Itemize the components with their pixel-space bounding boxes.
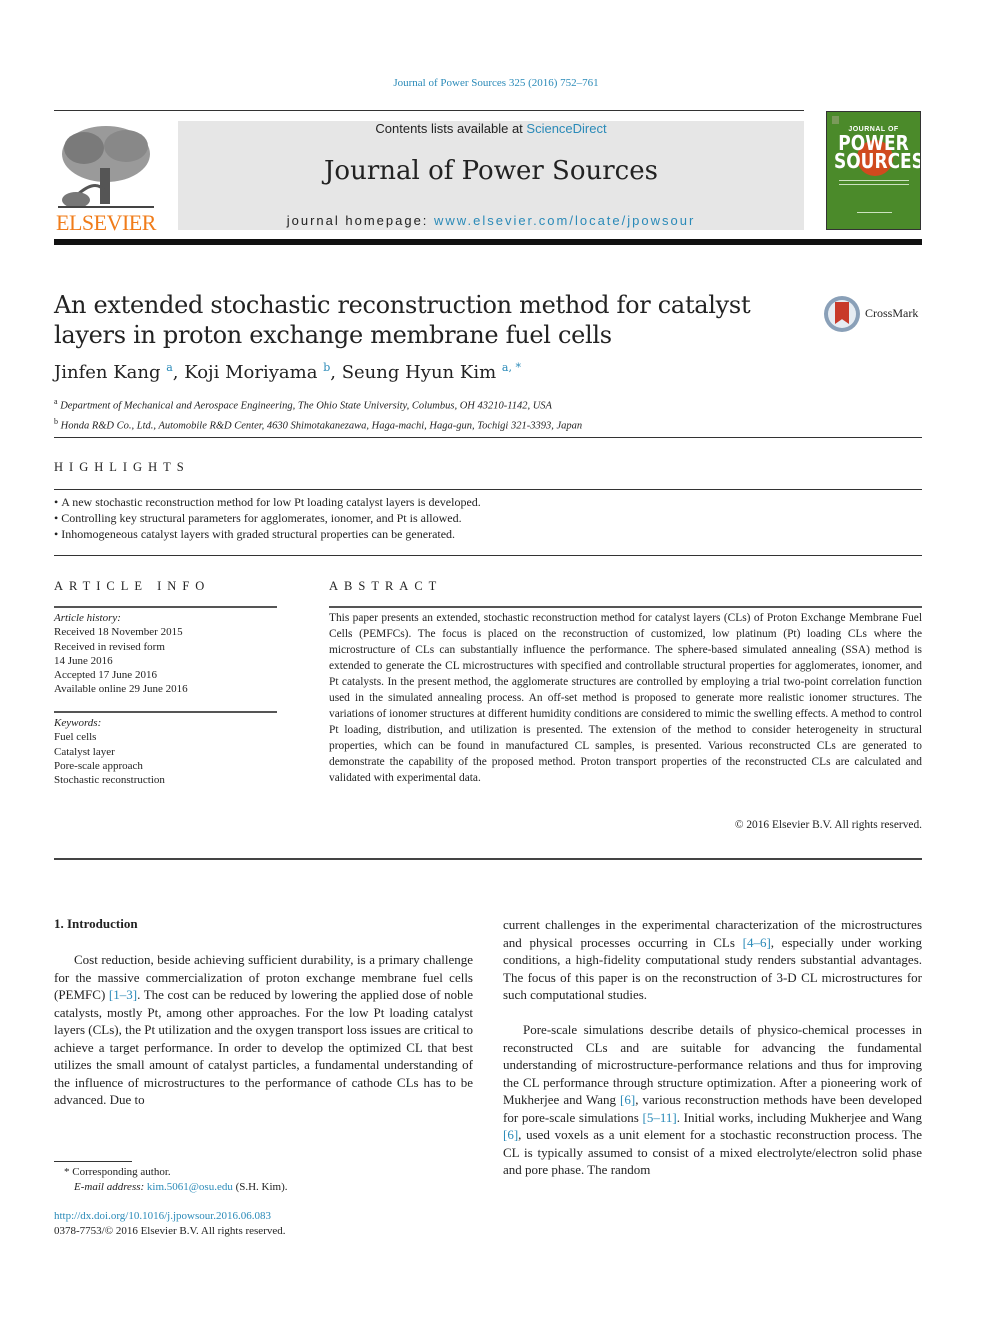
affiliation-item: b Honda R&D Co., Ltd., Automobile R&D Ce… [54,414,582,434]
sciencedirect-link[interactable]: ScienceDirect [526,121,606,136]
crossmark-badge[interactable]: CrossMark [824,296,924,336]
journal-cover-thumbnail[interactable]: JOURNAL OF POWER SOURCES [826,111,921,230]
author-name[interactable]: Koji Moriyama [184,362,317,383]
abstract-text: This paper presents an extended, stochas… [329,612,922,784]
email-note: E-mail address: kim.5061@osu.edu (S.H. K… [74,1180,288,1195]
keywords-rule [54,711,277,713]
keyword-item: Fuel cells [54,731,97,744]
journal-homepage-link[interactable]: www.elsevier.com/locate/jpowsour [434,213,695,228]
citation-link[interactable]: [5–11] [643,1110,677,1125]
abstract-copyright: © 2016 Elsevier B.V. All rights reserved… [734,819,922,831]
title-block-rule [54,437,922,438]
affiliations: a Department of Mechanical and Aerospace… [54,394,582,433]
body-text: , used voxels as a unit element for a st… [503,1127,922,1177]
highlight-item: A new stochastic reconstruction method f… [54,494,481,510]
body-paragraph: Cost reduction, beside achieving suffici… [54,951,473,1109]
keywords-label: Keywords: [54,717,102,729]
email-link[interactable]: kim.5061@osu.edu [147,1181,233,1193]
journal-title: Journal of Power Sources [324,156,658,186]
cover-title: POWER SOURCES [834,133,920,171]
contents-available-line: Contents lists available at ScienceDirec… [178,121,804,136]
crossmark-label: CrossMark [865,306,919,320]
corresponding-author-note: * Corresponding author. [64,1166,171,1178]
section-heading-introduction: 1. Introduction [54,916,138,931]
body-text: . Initial works, including Mukherjee and… [676,1109,923,1125]
article-title: An extended stochastic reconstruction me… [54,291,751,349]
article-history-label: Article history: [54,612,121,624]
email-suffix: (S.H. Kim). [232,1181,288,1193]
issn-copyright: 0378-7753/© 2016 Elsevier B.V. All right… [54,1225,286,1237]
history-entry: Received 18 November 2015 [54,626,183,639]
history-entry: Accepted 17 June 2016 [54,669,157,682]
highlight-item: Inhomogeneous catalyst layers with grade… [54,526,481,542]
journal-homepage-line: journal homepage: www.elsevier.com/locat… [178,213,804,228]
affiliation-text: Department of Mechanical and Aerospace E… [60,400,552,412]
body-paragraph: Pore-scale simulations describe details … [503,1021,922,1179]
author-list: Jinfen Kang a, Koji Moriyama b, Seung Hy… [54,361,521,383]
footnote-rule [54,1161,132,1162]
keyword-item: Pore-scale approach [54,759,143,772]
author-name[interactable]: Seung Hyun Kim [342,362,496,383]
header-top-rule [54,110,804,111]
cover-editor-line [857,212,892,213]
homepage-prefix: journal homepage: [286,213,435,228]
history-entry: Available online 29 June 2016 [54,683,188,696]
keyword-item: Catalyst layer [54,745,115,758]
highlights-top-rule [54,489,922,490]
journal-citation[interactable]: Journal of Power Sources 325 (2016) 752–… [0,77,992,89]
highlight-item: Controlling key structural parameters fo… [54,510,481,526]
author-name[interactable]: Jinfen Kang [54,362,161,383]
citation-link[interactable]: [1–3] [109,987,137,1002]
author-affiliation-link[interactable]: a, * [502,361,521,374]
affiliation-marker: b [54,416,58,426]
cover-line-sources: SOURCES [833,149,921,173]
front-matter-rule [54,858,922,860]
author-separator: , [330,362,342,383]
article-info-heading: ARTICLE INFO [54,579,211,593]
history-entry: 14 June 2016 [54,654,113,667]
highlights-bottom-rule [54,555,922,556]
affiliation-marker: a [54,397,58,406]
body-paragraph: current challenges in the experimental c… [503,916,922,1004]
contents-prefix: Contents lists available at [375,121,527,136]
cover-publisher-mark [832,116,839,124]
citation-link[interactable]: [6] [620,1092,635,1107]
article-history: Article history: Received 18 November 20… [54,611,188,697]
cover-subtitle-line [839,180,909,181]
history-entry: Received in revised form [54,640,165,653]
keywords: Keywords: Fuel cells Catalyst layer Pore… [54,716,165,787]
affiliation-text: Honda R&D Co., Ltd., Automobile R&D Cent… [60,420,583,431]
cover-subtitle-line [839,184,909,185]
author-separator: , [172,362,185,383]
email-label: E-mail address: [74,1181,147,1193]
abstract-rule [329,606,922,608]
keyword-item: Stochastic reconstruction [54,774,165,787]
highlights-heading: HIGHLIGHTS [54,460,190,474]
article-info-rule [54,606,277,608]
elsevier-wordmark: ELSEVIER [56,210,156,235]
citation-link[interactable]: [4–6] [743,935,771,950]
doi-link[interactable]: http://dx.doi.org/10.1016/j.jpowsour.201… [54,1210,271,1222]
abstract-heading: ABSTRACT [329,579,443,593]
header-bottom-rule [54,239,922,245]
citation-link[interactable]: [6] [503,1127,518,1142]
highlights-list: A new stochastic reconstruction method f… [54,494,481,542]
affiliation-item: a Department of Mechanical and Aerospace… [54,394,582,414]
body-text: . The cost can be reduced by lowering th… [54,987,473,1107]
